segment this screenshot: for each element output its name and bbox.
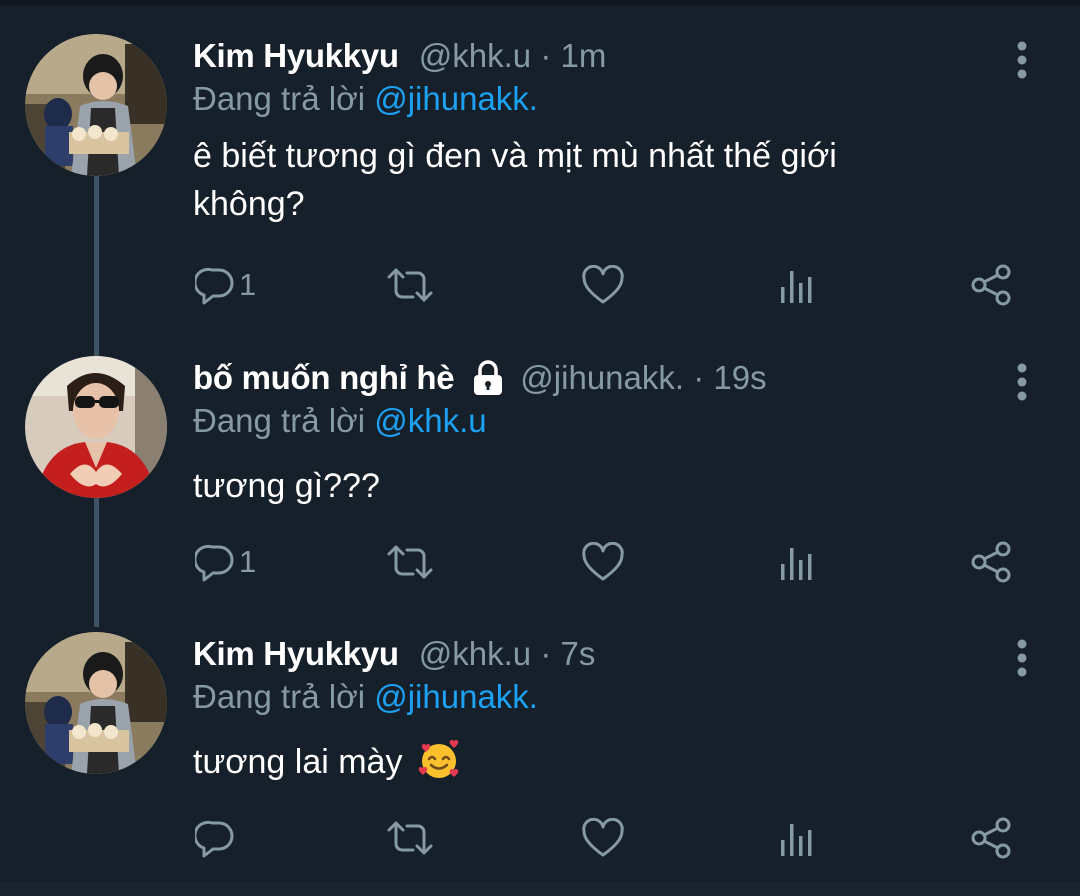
more-vertical-icon[interactable] <box>1014 40 1030 80</box>
lock-icon <box>470 359 506 397</box>
tweet[interactable]: Kim Hyukkyu @khk.u · 1m Đang trả lời @ji… <box>0 34 1080 314</box>
reply-icon <box>195 544 234 582</box>
reply-count: 1 <box>239 267 257 302</box>
share-button[interactable] <box>969 539 1013 585</box>
display-name[interactable]: bố muốn nghỉ hè <box>193 359 455 397</box>
timestamp[interactable]: · 1m <box>540 37 606 74</box>
like-button[interactable] <box>581 262 625 308</box>
like-button[interactable] <box>581 539 625 585</box>
tweet-header: Kim Hyukkyu @khk.u · 7s <box>193 632 595 676</box>
replying-to: Đang trả lời @jihunakk. <box>193 678 538 716</box>
reply-button[interactable]: 1 <box>195 539 256 585</box>
mention-link[interactable]: @khk.u <box>374 402 486 439</box>
retweet-button[interactable] <box>385 539 435 585</box>
timestamp[interactable]: · 19s <box>693 359 766 396</box>
retweet-icon <box>387 821 433 855</box>
retweet-icon <box>387 268 433 302</box>
analytics-button[interactable] <box>777 815 817 861</box>
heart-icon <box>582 265 624 304</box>
top-divider <box>0 0 1080 6</box>
tweet-header: Kim Hyukkyu @khk.u · 1m <box>193 34 606 78</box>
analytics-button[interactable] <box>777 262 817 308</box>
handle[interactable]: @khk.u <box>419 635 531 672</box>
share-button[interactable] <box>969 262 1013 308</box>
replying-to-label: Đang trả lời <box>193 402 366 439</box>
share-icon <box>971 264 1011 306</box>
reply-count: 1 <box>239 544 257 579</box>
share-button[interactable] <box>969 815 1013 861</box>
replying-to-label: Đang trả lời <box>193 678 366 715</box>
avatar[interactable] <box>25 632 167 774</box>
username[interactable]: @khk.u · 1m <box>419 37 607 75</box>
avatar[interactable] <box>25 356 167 498</box>
tweet[interactable]: Kim Hyukkyu @khk.u · 7s Đang trả lời @ji… <box>0 632 1080 872</box>
timestamp[interactable]: · 7s <box>540 635 595 672</box>
avatar[interactable] <box>25 34 167 176</box>
analytics-icon <box>781 271 812 303</box>
replying-to-label: Đang trả lời <box>193 80 366 117</box>
replying-to: Đang trả lời @khk.u <box>193 402 487 440</box>
heart-icon <box>582 542 624 581</box>
handle[interactable]: @jihunakk. <box>520 359 684 396</box>
analytics-icon <box>781 548 812 580</box>
heart-icon <box>582 818 624 857</box>
like-button[interactable] <box>581 815 625 861</box>
handle[interactable]: @khk.u <box>419 37 531 74</box>
share-icon <box>971 817 1011 859</box>
replying-to: Đang trả lời @jihunakk. <box>193 80 538 118</box>
retweet-button[interactable] <box>385 262 435 308</box>
display-name[interactable]: Kim Hyukkyu <box>193 635 399 673</box>
mention-link[interactable]: @jihunakk. <box>374 80 538 117</box>
tweet-text: tương gì??? <box>193 467 380 505</box>
tweet-text-container: tương lai mày <box>193 738 953 786</box>
username[interactable]: @khk.u · 7s <box>419 635 596 673</box>
reply-icon <box>195 267 234 305</box>
more-vertical-icon[interactable] <box>1014 638 1030 678</box>
mention-link[interactable]: @jihunakk. <box>374 678 538 715</box>
action-bar: 1 <box>193 539 1023 585</box>
action-bar <box>193 815 1023 861</box>
reply-icon <box>195 820 234 858</box>
username[interactable]: @jihunakk. · 19s <box>520 359 766 397</box>
action-bar: 1 <box>193 262 1023 308</box>
bottom-divider <box>0 883 1080 896</box>
retweet-button[interactable] <box>385 815 435 861</box>
reply-button[interactable]: 1 <box>195 262 256 308</box>
analytics-icon <box>781 824 812 856</box>
retweet-icon <box>387 545 433 579</box>
more-vertical-icon[interactable] <box>1014 362 1030 402</box>
share-icon <box>971 541 1011 583</box>
reply-button[interactable] <box>195 815 239 861</box>
analytics-button[interactable] <box>777 539 817 585</box>
tweet-header: bố muốn nghỉ hè @jihunakk. · 19s <box>193 356 767 400</box>
tweet-text: ê biết tương gì đen và mịt mù nhất thế g… <box>193 137 837 223</box>
display-name[interactable]: Kim Hyukkyu <box>193 37 399 75</box>
tweet-text: tương lai mày <box>193 743 403 781</box>
tweet[interactable]: bố muốn nghỉ hè @jihunakk. · 19s Đang tr… <box>0 356 1080 596</box>
smiling-face-with-hearts-icon <box>418 739 460 781</box>
